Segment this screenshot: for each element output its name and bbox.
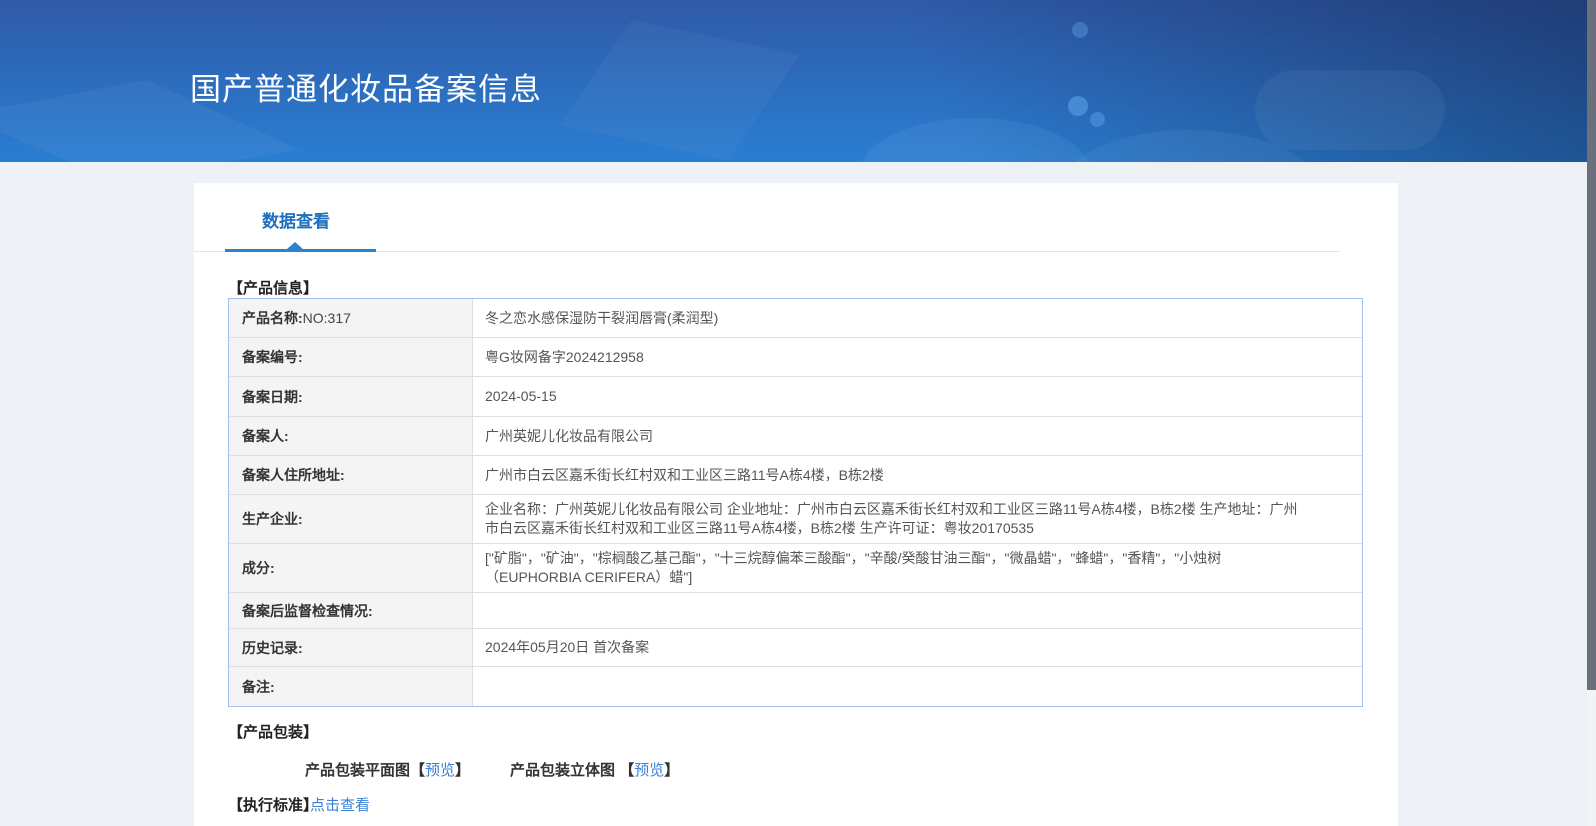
row-value: 企业名称：广州英妮儿化妆品有限公司 企业地址：广州市白云区嘉禾街长红村双和工业区… (473, 495, 1362, 543)
row-value: ["矿脂"，"矿油"，"棕榈酸乙基己酯"，"十三烷醇偏苯三酸酯"，"辛酸/癸酸甘… (473, 544, 1362, 592)
row-label: 备案人: (229, 417, 473, 455)
row-label: 备案日期: (229, 377, 473, 416)
row-label: 产品名称:NO:317 (229, 299, 473, 337)
row-label: 备案编号: (229, 338, 473, 376)
packaging-solid-label: 产品包装立体图 (510, 762, 615, 779)
packaging-flat-item: 产品包装平面图【预览】 (305, 759, 470, 780)
table-row-product-name: 产品名称:NO:317 冬之恋水感保湿防干裂润唇膏(柔润型) (229, 299, 1362, 338)
table-row-registrant: 备案人: 广州英妮儿化妆品有限公司 (229, 417, 1362, 456)
table-row-manufacturer: 生产企业: 企业名称：广州英妮儿化妆品有限公司 企业地址：广州市白云区嘉禾街长红… (229, 495, 1362, 544)
banner-decor-blob (1255, 70, 1445, 150)
bracket-close: 】 (455, 762, 470, 779)
packaging-solid-preview-link[interactable]: 预览 (634, 762, 664, 779)
bracket-close: 】 (664, 762, 679, 779)
row-value: 粤G妆网备字2024212958 (473, 338, 1362, 376)
tab-active-arrow-icon (287, 242, 303, 249)
banner-decor-circle (1068, 96, 1088, 116)
product-number: NO:317 (303, 310, 351, 326)
row-value (473, 667, 1362, 706)
table-row-ingredients: 成分: ["矿脂"，"矿油"，"棕榈酸乙基己酯"，"十三烷醇偏苯三酸酯"，"辛酸… (229, 544, 1362, 593)
banner-decor-blob (860, 118, 1090, 162)
packaging-solid-item: 产品包装立体图 【预览】 (510, 759, 679, 780)
section-title-packaging: 【产品包装】 (228, 721, 318, 742)
row-label: 备案后监督检查情况: (229, 593, 473, 628)
table-row-filing-number: 备案编号: 粤G妆网备字2024212958 (229, 338, 1362, 377)
product-info-table: 产品名称:NO:317 冬之恋水感保湿防干裂润唇膏(柔润型) 备案编号: 粤G妆… (228, 298, 1363, 707)
row-value: 2024-05-15 (473, 377, 1362, 416)
table-row-supervision-check: 备案后监督检查情况: (229, 593, 1362, 629)
section-title-product-info: 【产品信息】 (228, 277, 318, 298)
content-card: 数据查看 【产品信息】 产品名称:NO:317 冬之恋水感保湿防干裂润唇膏(柔润… (194, 183, 1398, 826)
row-value: 冬之恋水感保湿防干裂润唇膏(柔润型) (473, 299, 1362, 337)
row-label: 备注: (229, 667, 473, 706)
row-value (473, 593, 1362, 628)
bracket-open: 【 (410, 762, 425, 779)
row-label: 历史记录: (229, 629, 473, 666)
row-label: 生产企业: (229, 495, 473, 543)
row-value: 2024年05月20日 首次备案 (473, 629, 1362, 666)
bracket-open: 【 (619, 762, 634, 779)
row-value: 广州市白云区嘉禾街长红村双和工业区三路11号A栋4楼，B栋2楼 (473, 456, 1362, 494)
packaging-flat-label: 产品包装平面图 (305, 762, 410, 779)
page-scrollbar[interactable] (1587, 0, 1596, 826)
row-label: 备案人住所地址: (229, 456, 473, 494)
scrollbar-thumb[interactable] (1587, 0, 1596, 690)
banner-decor-circle (1090, 112, 1105, 127)
table-row-registrant-address: 备案人住所地址: 广州市白云区嘉禾街长红村双和工业区三路11号A栋4楼，B栋2楼 (229, 456, 1362, 495)
page-title: 国产普通化妆品备案信息 (190, 64, 542, 109)
page-banner: 国产普通化妆品备案信息 (0, 0, 1596, 162)
tab-active-underline (225, 249, 376, 252)
table-row-remarks: 备注: (229, 667, 1362, 706)
table-row-history: 历史记录: 2024年05月20日 首次备案 (229, 629, 1362, 667)
banner-decor-circle (1072, 22, 1088, 38)
row-label: 成分: (229, 544, 473, 592)
section-title-standard: 【执行标准】 (228, 794, 318, 815)
tab-data-view[interactable]: 数据查看 (262, 207, 330, 232)
banner-decor-polygon (560, 20, 800, 160)
table-row-filing-date: 备案日期: 2024-05-15 (229, 377, 1362, 417)
standard-view-link[interactable]: 点击查看 (310, 794, 370, 815)
packaging-flat-preview-link[interactable]: 预览 (425, 762, 455, 779)
row-value: 广州英妮儿化妆品有限公司 (473, 417, 1362, 455)
